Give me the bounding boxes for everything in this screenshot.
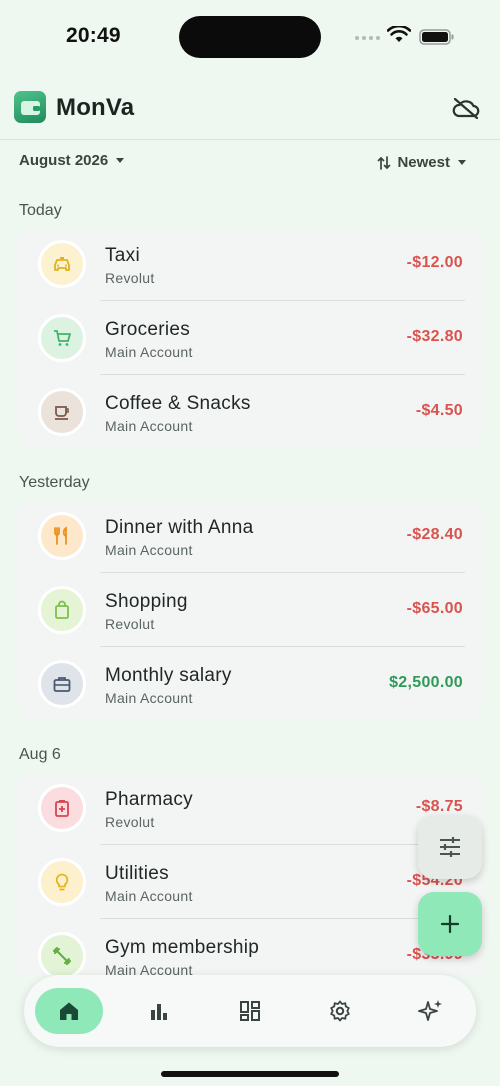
- stats-icon: [151, 1004, 167, 1020]
- restaurant-icon: [38, 512, 86, 560]
- settings-icon: [330, 1000, 350, 1022]
- nav-dashboard[interactable]: [216, 988, 284, 1034]
- transaction-title: Coffee & Snacks: [105, 393, 251, 414]
- transaction-account: Revolut: [105, 270, 155, 286]
- chevron-down-icon: [458, 160, 466, 165]
- transaction-amount: -$4.50: [415, 402, 463, 419]
- dynamic-island: [179, 16, 321, 58]
- tune-icon: [440, 837, 460, 857]
- transaction-row[interactable]: Gym membership Main Account -$35.99: [17, 919, 483, 975]
- fitness-icon: [38, 932, 86, 975]
- status-bar: 20:49: [0, 0, 500, 74]
- transaction-row[interactable]: Groceries Main Account -$32.80: [17, 301, 483, 375]
- group-label-today: Today: [19, 202, 62, 219]
- app-header: MonVa: [0, 74, 500, 140]
- briefcase-icon: [38, 660, 86, 708]
- sort-label: Newest: [397, 154, 450, 171]
- nav-home[interactable]: [35, 988, 103, 1034]
- transaction-account: Main Account: [105, 690, 193, 706]
- transaction-amount: -$65.00: [406, 600, 463, 617]
- chevron-down-icon: [116, 158, 125, 163]
- transaction-group-yesterday: Dinner with Anna Main Account -$28.40 Sh…: [17, 499, 483, 721]
- lightbulb-icon: [38, 858, 86, 906]
- transaction-account: Revolut: [105, 616, 155, 632]
- transaction-account: Main Account: [105, 418, 193, 434]
- transaction-amount: -$8.75: [415, 798, 463, 815]
- transaction-title: Shopping: [105, 591, 188, 612]
- transaction-row[interactable]: Shopping Revolut -$65.00: [17, 573, 483, 647]
- taxi-icon: [38, 240, 86, 288]
- nav-stats[interactable]: [125, 988, 193, 1034]
- month-selector[interactable]: August 2026: [19, 152, 125, 169]
- wifi-icon: [387, 26, 411, 42]
- status-time: 20:49: [66, 24, 121, 47]
- transaction-group-aug-6: Pharmacy Revolut -$8.75 Utilities Main A…: [17, 771, 483, 975]
- dashboard-icon: [240, 1001, 260, 1021]
- transaction-row[interactable]: Coffee & Snacks Main Account -$4.50: [17, 375, 483, 449]
- shopping-bag-icon: [38, 586, 86, 634]
- sparkle-icon: [418, 1000, 442, 1021]
- transaction-row[interactable]: Monthly salary Main Account $2,500.00: [17, 647, 483, 721]
- cloud-off-icon[interactable]: [451, 97, 481, 119]
- transaction-account: Main Account: [105, 888, 193, 904]
- transaction-title: Dinner with Anna: [105, 517, 254, 538]
- group-label-aug-6: Aug 6: [19, 746, 61, 763]
- transaction-amount: $2,500.00: [389, 674, 463, 691]
- transaction-account: Main Account: [105, 962, 193, 975]
- transaction-group-today: Taxi Revolut -$12.00 Groceries Main Acco…: [17, 227, 483, 449]
- transaction-amount: -$12.00: [406, 254, 463, 271]
- transaction-row[interactable]: Taxi Revolut -$12.00: [17, 227, 483, 301]
- transaction-account: Main Account: [105, 344, 193, 360]
- home-indicator: [161, 1071, 339, 1077]
- transaction-account: Revolut: [105, 814, 155, 830]
- transaction-row[interactable]: Pharmacy Revolut -$8.75: [17, 771, 483, 845]
- wallet-logo-icon: [14, 91, 46, 123]
- coffee-icon: [38, 388, 86, 436]
- plus-icon: [440, 914, 460, 934]
- battery-icon: [419, 29, 454, 45]
- transaction-title: Utilities: [105, 863, 169, 884]
- bottom-navigation: [24, 975, 476, 1047]
- transaction-title: Monthly salary: [105, 665, 232, 686]
- app-title: MonVa: [56, 94, 135, 121]
- filter-button[interactable]: [418, 815, 482, 879]
- month-label: August 2026: [19, 152, 109, 169]
- nav-settings[interactable]: [306, 988, 374, 1034]
- add-transaction-button[interactable]: [418, 892, 482, 956]
- transaction-row[interactable]: Dinner with Anna Main Account -$28.40: [17, 499, 483, 573]
- transaction-title: Taxi: [105, 245, 140, 266]
- group-label-yesterday: Yesterday: [19, 474, 90, 491]
- nav-ai[interactable]: [397, 988, 465, 1034]
- sort-icon: [378, 155, 391, 170]
- transaction-row[interactable]: Utilities Main Account -$54.20: [17, 845, 483, 919]
- cellular-signal-icon: [355, 36, 380, 40]
- cart-icon: [38, 314, 86, 362]
- medical-icon: [38, 784, 86, 832]
- transaction-title: Gym membership: [105, 937, 260, 958]
- transaction-account: Main Account: [105, 542, 193, 558]
- transaction-amount: -$32.80: [406, 328, 463, 345]
- transaction-title: Pharmacy: [105, 789, 193, 810]
- transaction-title: Groceries: [105, 319, 191, 340]
- transaction-amount: -$28.40: [406, 526, 463, 543]
- sort-selector[interactable]: Newest: [377, 154, 466, 171]
- home-icon: [60, 1002, 78, 1020]
